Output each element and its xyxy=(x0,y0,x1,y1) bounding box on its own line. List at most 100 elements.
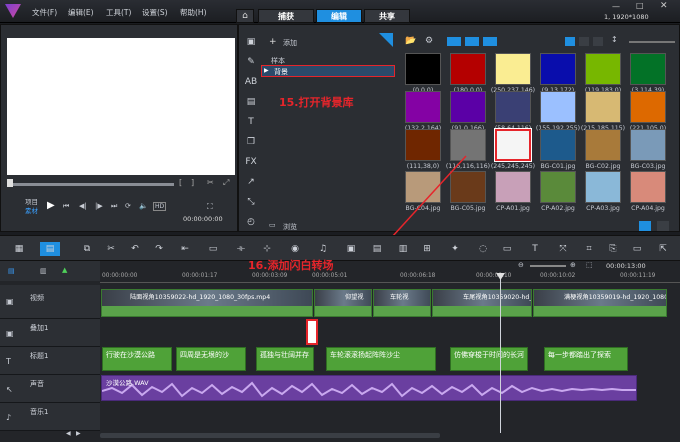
background-swatch[interactable] xyxy=(630,91,666,123)
options-icon[interactable] xyxy=(639,221,651,231)
playhead[interactable] xyxy=(500,273,501,433)
video-clip[interactable]: 满梗视角10359019-hd_1920_1080 xyxy=(533,289,667,317)
add-label[interactable]: 添加 xyxy=(283,38,297,48)
speed-icon[interactable]: ◴ xyxy=(243,215,259,229)
scrub-bar[interactable] xyxy=(9,183,174,186)
text-to-speech-icon[interactable]: T xyxy=(528,242,542,256)
background-swatch[interactable] xyxy=(450,171,486,203)
audio-mixer-icon[interactable]: ♫ xyxy=(316,242,330,256)
mark-in-icon[interactable]: [ xyxy=(179,178,182,187)
background-swatch[interactable] xyxy=(585,171,621,203)
show-video-icon[interactable] xyxy=(447,37,461,46)
video-clip[interactable]: 车尾视角10359020-hd_1920_1080 xyxy=(432,289,532,317)
browse-icon[interactable]: ▭ xyxy=(269,221,276,229)
clip-mode-label[interactable]: 素材 xyxy=(25,205,38,215)
all-tracks-icon[interactable]: ▤ xyxy=(8,267,15,275)
video-clip[interactable]: 陆面视角10359022-hd_1920_1080_30fps.mp4 xyxy=(101,289,313,317)
transition-icon[interactable]: AB xyxy=(243,75,259,89)
redo-icon[interactable]: ↷ xyxy=(152,242,166,256)
list-view-icon[interactable] xyxy=(565,37,575,46)
background-swatch[interactable] xyxy=(585,91,621,123)
thumb-size-slider[interactable] xyxy=(629,41,675,43)
mask-creator-icon[interactable]: ◌ xyxy=(476,242,490,256)
title-clip[interactable]: 四周是无垠的沙 xyxy=(176,347,246,371)
zoom-out-icon[interactable]: ⊖ xyxy=(518,261,524,269)
go-start-icon[interactable]: ⏮ xyxy=(63,202,69,211)
menu-tools[interactable]: 工具(T) xyxy=(106,7,131,18)
record-icon[interactable]: ▭ xyxy=(206,242,220,256)
undo-icon[interactable]: ↶ xyxy=(128,242,142,256)
speech-icon[interactable]: ▭ xyxy=(500,242,514,256)
browse-label[interactable]: 浏览 xyxy=(283,222,297,232)
background-swatch[interactable] xyxy=(540,53,576,85)
title-clip[interactable]: 仿佛穿梭于时间的长河 xyxy=(450,347,528,371)
tab-capture[interactable]: 捕获 xyxy=(258,9,314,23)
background-swatch[interactable] xyxy=(495,53,531,85)
motion-track-icon[interactable]: ◉ xyxy=(288,242,302,256)
tab-share[interactable]: 共享 xyxy=(364,9,410,23)
background-swatch[interactable] xyxy=(494,128,532,162)
background-swatch[interactable] xyxy=(495,91,531,123)
decoration-icon[interactable]: ❐ xyxy=(243,135,259,149)
import-folder-icon[interactable]: 📂 xyxy=(405,36,416,46)
subtitle-icon[interactable]: ▤ xyxy=(370,242,384,256)
add-marker-icon[interactable]: ▲ xyxy=(62,266,67,274)
multi-trim-icon[interactable]: ✂ xyxy=(104,242,118,256)
split-screen-icon[interactable]: ⟛ xyxy=(234,242,248,256)
prev-frame-icon[interactable]: ◀| xyxy=(79,202,87,210)
time-remap-icon[interactable]: ▭ xyxy=(630,242,644,256)
stabilize-icon[interactable]: ⎘ xyxy=(606,242,620,256)
background-swatch[interactable] xyxy=(450,129,486,161)
storyboard-view-icon[interactable]: ▦ xyxy=(12,242,26,256)
scroll-right-icon[interactable]: ▶ xyxy=(76,430,81,437)
add-icon[interactable]: + xyxy=(269,37,277,47)
zoom-in-icon[interactable]: ⊕ xyxy=(570,261,576,269)
chapter-icon[interactable]: ▥ xyxy=(396,242,410,256)
show-audio-icon[interactable] xyxy=(483,37,497,46)
background-swatch[interactable] xyxy=(495,171,531,203)
zoom-slider[interactable] xyxy=(530,265,566,267)
library-settings-icon[interactable] xyxy=(657,221,669,231)
maximize-icon[interactable]: □ xyxy=(636,1,644,10)
folder-background[interactable]: ▶ 背景 xyxy=(261,65,395,77)
grid-view-icon[interactable] xyxy=(593,37,603,46)
timeline-scrollbar[interactable] xyxy=(100,433,440,438)
graphics-icon[interactable]: ▤ xyxy=(243,95,259,109)
sort-icon[interactable]: ↕ xyxy=(611,35,618,44)
play-button[interactable]: ▶ xyxy=(47,200,55,211)
background-swatch[interactable] xyxy=(585,129,621,161)
path-icon[interactable]: ↗ xyxy=(243,175,259,189)
show-photo-icon[interactable] xyxy=(465,37,479,46)
timeline-view-icon[interactable]: ▤ xyxy=(40,242,60,256)
background-swatch[interactable] xyxy=(405,91,441,123)
copy-icon[interactable]: ⧉ xyxy=(80,242,94,256)
grid-icon[interactable]: ⊞ xyxy=(420,242,434,256)
background-swatch[interactable] xyxy=(585,53,621,85)
background-swatch[interactable] xyxy=(540,91,576,123)
audio-clip[interactable]: 沙漠公路.WAV xyxy=(101,375,637,401)
fit-icon[interactable]: ⇤ xyxy=(178,242,192,256)
motion-icon[interactable]: ⤡ xyxy=(243,195,259,209)
repeat-icon[interactable]: ⟳ xyxy=(125,202,131,210)
menu-help[interactable]: 帮助(H) xyxy=(180,7,207,18)
background-swatch[interactable] xyxy=(540,129,576,161)
expand-icon[interactable]: ⇱ xyxy=(656,242,670,256)
instant-project-icon[interactable]: ✎ xyxy=(243,55,259,69)
title-clip[interactable]: 行驶在沙漠公路 xyxy=(102,347,172,371)
title-clip[interactable]: 孤独与壮阔并存 xyxy=(256,347,314,371)
home-icon[interactable]: ⌂ xyxy=(236,9,254,23)
filter-icon[interactable]: FX xyxy=(243,155,259,169)
hd-icon[interactable]: HD xyxy=(153,202,167,211)
background-swatch[interactable] xyxy=(405,53,441,85)
title-clip[interactable]: 车轮滚滚扬起阵阵沙尘 xyxy=(326,347,436,371)
background-swatch[interactable] xyxy=(450,53,486,85)
close-icon[interactable]: ✕ xyxy=(660,1,668,11)
preview-timecode[interactable]: 00:00:00:00 xyxy=(183,215,223,223)
next-frame-icon[interactable]: |▶ xyxy=(95,202,103,210)
mask-icon[interactable]: ⊹ xyxy=(260,242,274,256)
minimize-icon[interactable]: — xyxy=(612,2,620,11)
video-clip[interactable]: 仰望视 xyxy=(314,289,372,317)
background-swatch[interactable] xyxy=(630,129,666,161)
scrub-handle[interactable] xyxy=(7,179,13,187)
time-ruler[interactable]: 00:00:00:00 00:00:01:17 00:00:03:09 00:0… xyxy=(100,273,680,283)
